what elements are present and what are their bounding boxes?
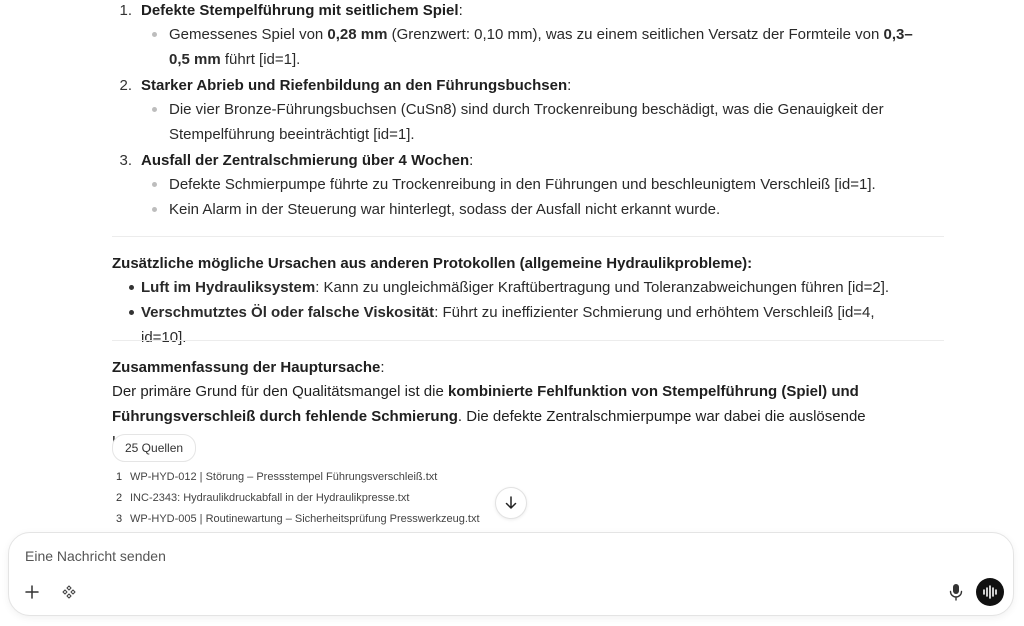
tools-button[interactable]: [59, 582, 79, 602]
microphone-button[interactable]: [945, 581, 967, 603]
list-item: Kein Alarm in der Steuerung war hinterle…: [152, 197, 929, 222]
bullet-icon: [152, 207, 157, 212]
section-heading: Zusätzliche mögliche Ursachen aus andere…: [112, 255, 753, 272]
divider: [112, 236, 944, 237]
voice-mode-button[interactable]: [976, 578, 1004, 606]
plus-icon: [25, 585, 39, 599]
source-item[interactable]: 3 WP-HYD-005 | Routinewartung – Sicherhei…: [116, 513, 480, 525]
cause-title: Defekte Stempelführung mit seitlichem Sp…: [141, 2, 463, 19]
scroll-to-bottom-button[interactable]: [495, 487, 527, 519]
list-item: Verschmutztes Öl oder falsche Viskosität…: [129, 300, 901, 350]
bullet-icon: [152, 182, 157, 187]
list-item: Defekte Schmierpumpe führte zu Trockenre…: [152, 172, 929, 197]
list-number: 1.: [119, 2, 132, 19]
message-input[interactable]: Eine Nachricht senden: [25, 548, 166, 564]
divider: [112, 340, 944, 341]
sources-count-button[interactable]: 25 Quellen: [112, 434, 197, 462]
list-number: 2.: [119, 77, 132, 94]
bullet-icon: [152, 107, 157, 112]
voice-mode-icon: [983, 585, 997, 599]
list-number: 3.: [119, 152, 132, 169]
microphone-icon: [949, 584, 963, 601]
tools-icon: [62, 585, 76, 599]
cause-title: Starker Abrieb und Riefenbildung an den …: [141, 77, 572, 94]
source-item[interactable]: 1 WP-HYD-012 | Störung – Pressstempel Füh…: [116, 471, 437, 483]
section-heading: Zusammenfassung der Hauptursache:: [112, 359, 385, 376]
arrow-down-icon: [505, 496, 517, 509]
list-item: Gemessenes Spiel von 0,28 mm (Grenzwert:…: [152, 22, 929, 72]
cause-title: Ausfall der Zentralschmierung über 4 Woc…: [141, 152, 474, 169]
message-composer: Eine Nachricht senden: [8, 532, 1014, 616]
bullet-icon: [129, 310, 134, 315]
source-item[interactable]: 2 INC-2343: Hydraulikdruckabfall in der H…: [116, 492, 409, 504]
summary-paragraph: Der primäre Grund für den Qualitätsmange…: [112, 383, 866, 450]
list-item: Luft im Hydrauliksystem: Kann zu ungleic…: [129, 275, 901, 300]
add-button[interactable]: [22, 582, 42, 602]
bullet-icon: [129, 285, 134, 290]
list-item: Die vier Bronze-Führungsbuchsen (CuSn8) …: [152, 97, 929, 147]
bullet-icon: [152, 32, 157, 37]
